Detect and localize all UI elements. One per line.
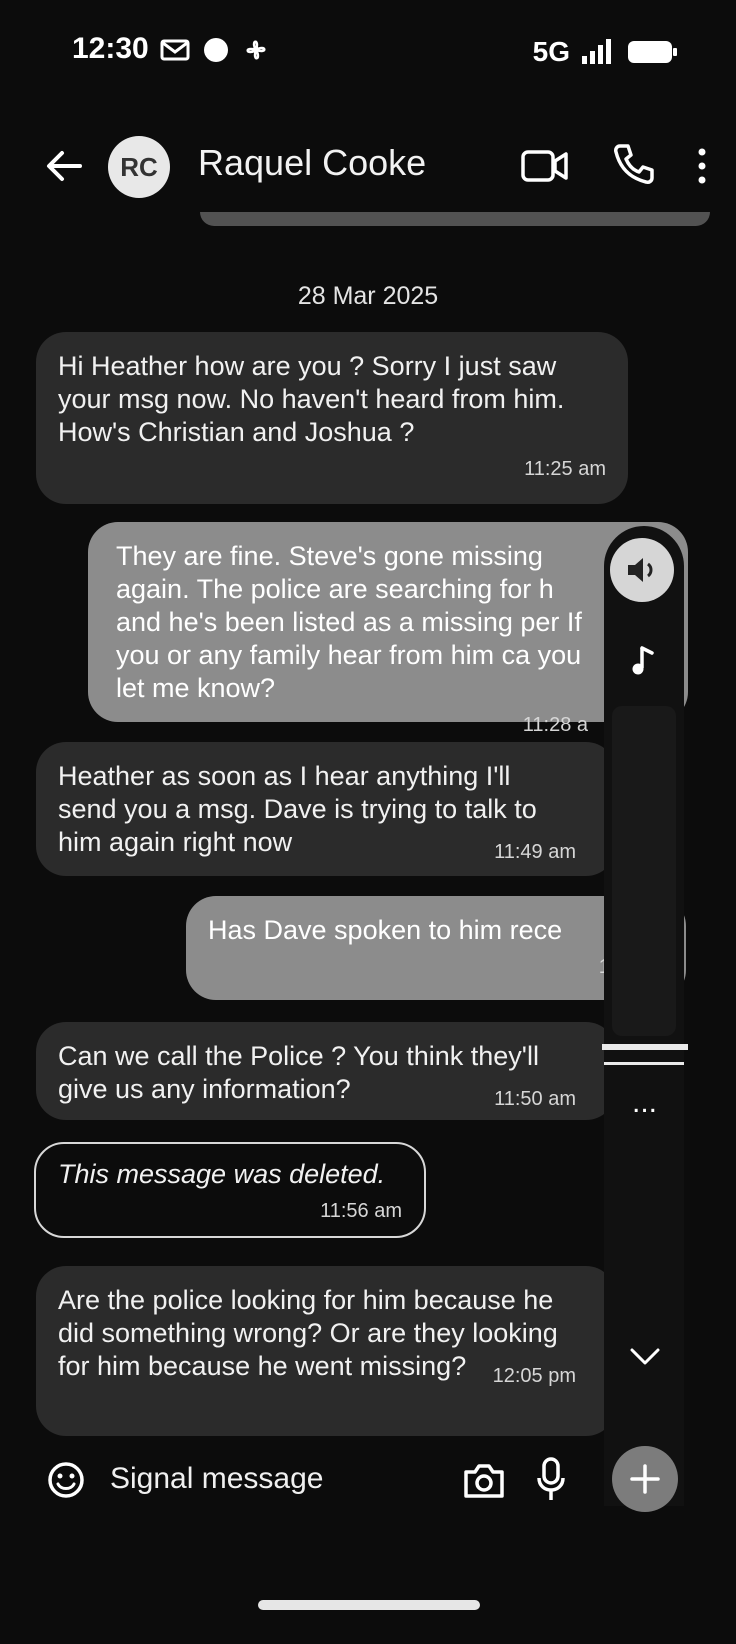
message-time: 11:28 a <box>522 714 588 736</box>
network-label: 5G <box>532 36 570 67</box>
volume-panel: ... <box>602 526 688 1506</box>
status-right: 5G <box>533 36 680 68</box>
message-time: 12:05 pm <box>492 1365 576 1387</box>
more-settings-button[interactable]: ... <box>632 1086 657 1120</box>
chevron-down-icon[interactable] <box>628 1344 662 1370</box>
contact-name[interactable]: Raquel Cooke <box>198 142 426 184</box>
slider-handle[interactable] <box>602 1044 688 1050</box>
message-text: This message was deleted. <box>58 1159 386 1189</box>
message-time: 11:50 am <box>494 1088 576 1110</box>
incoming-message[interactable]: Heather as soon as I hear anything I'll … <box>36 742 616 876</box>
status-bar: 12:30 5G <box>0 0 736 110</box>
incoming-message[interactable]: Are the police looking for him because h… <box>36 1266 616 1436</box>
circle-notification-icon <box>204 38 228 62</box>
header-divider <box>200 212 710 226</box>
deleted-message[interactable]: This message was deleted. 11:56 am <box>34 1142 426 1238</box>
message-text: Heather as soon as I hear anything I'll … <box>58 761 537 857</box>
signal-icon <box>582 39 611 64</box>
music-note-icon[interactable] <box>630 644 658 678</box>
message-time: 11:49 a <box>208 951 664 984</box>
battery-icon <box>628 41 677 63</box>
outgoing-message[interactable]: They are fine. Steve's gone missing agai… <box>88 522 688 736</box>
fan-icon <box>246 40 266 60</box>
compose-bar: Signal message <box>0 1446 736 1522</box>
more-options-icon[interactable] <box>692 142 712 190</box>
phone-call-icon[interactable] <box>610 140 658 188</box>
speaker-icon <box>628 558 653 582</box>
message-time: 11:56 am <box>320 1200 402 1222</box>
attach-button[interactable] <box>612 1446 678 1512</box>
emoji-icon[interactable] <box>46 1460 86 1500</box>
back-arrow-icon[interactable] <box>40 142 88 190</box>
message-text: Are the police looking for him because h… <box>58 1285 558 1381</box>
message-text: They are fine. Steve's gone missing agai… <box>116 541 582 703</box>
video-call-icon[interactable] <box>520 144 570 188</box>
gmail-icon <box>160 39 190 61</box>
avatar[interactable]: RC <box>108 136 170 198</box>
notification-icons <box>160 36 270 64</box>
message-time: 11:49 am <box>494 841 576 863</box>
message-text: Has Dave spoken to him rece <box>208 915 563 945</box>
microphone-icon[interactable] <box>536 1456 566 1502</box>
status-time: 12:30 <box>72 32 149 65</box>
message-text: Hi Heather how are you ? Sorry I just sa… <box>58 351 565 447</box>
home-indicator[interactable] <box>258 1600 480 1610</box>
conversation-header: RC Raquel Cooke <box>0 120 736 216</box>
date-separator: 28 Mar 2025 <box>297 282 439 310</box>
slider-rail <box>612 706 676 1036</box>
incoming-message[interactable]: Hi Heather how are you ? Sorry I just sa… <box>36 332 628 504</box>
message-input[interactable]: Signal message <box>110 1462 323 1496</box>
camera-icon[interactable] <box>462 1460 506 1500</box>
message-text: Can we call the Police ? You think they'… <box>58 1041 539 1104</box>
slider-handle-line <box>604 1062 684 1065</box>
volume-button[interactable] <box>610 538 674 602</box>
avatar-initials: RC <box>120 151 158 182</box>
message-time: 11:25 am <box>524 458 606 480</box>
incoming-message[interactable]: Can we call the Police ? You think they'… <box>36 1022 616 1120</box>
plus-icon <box>630 1464 660 1494</box>
